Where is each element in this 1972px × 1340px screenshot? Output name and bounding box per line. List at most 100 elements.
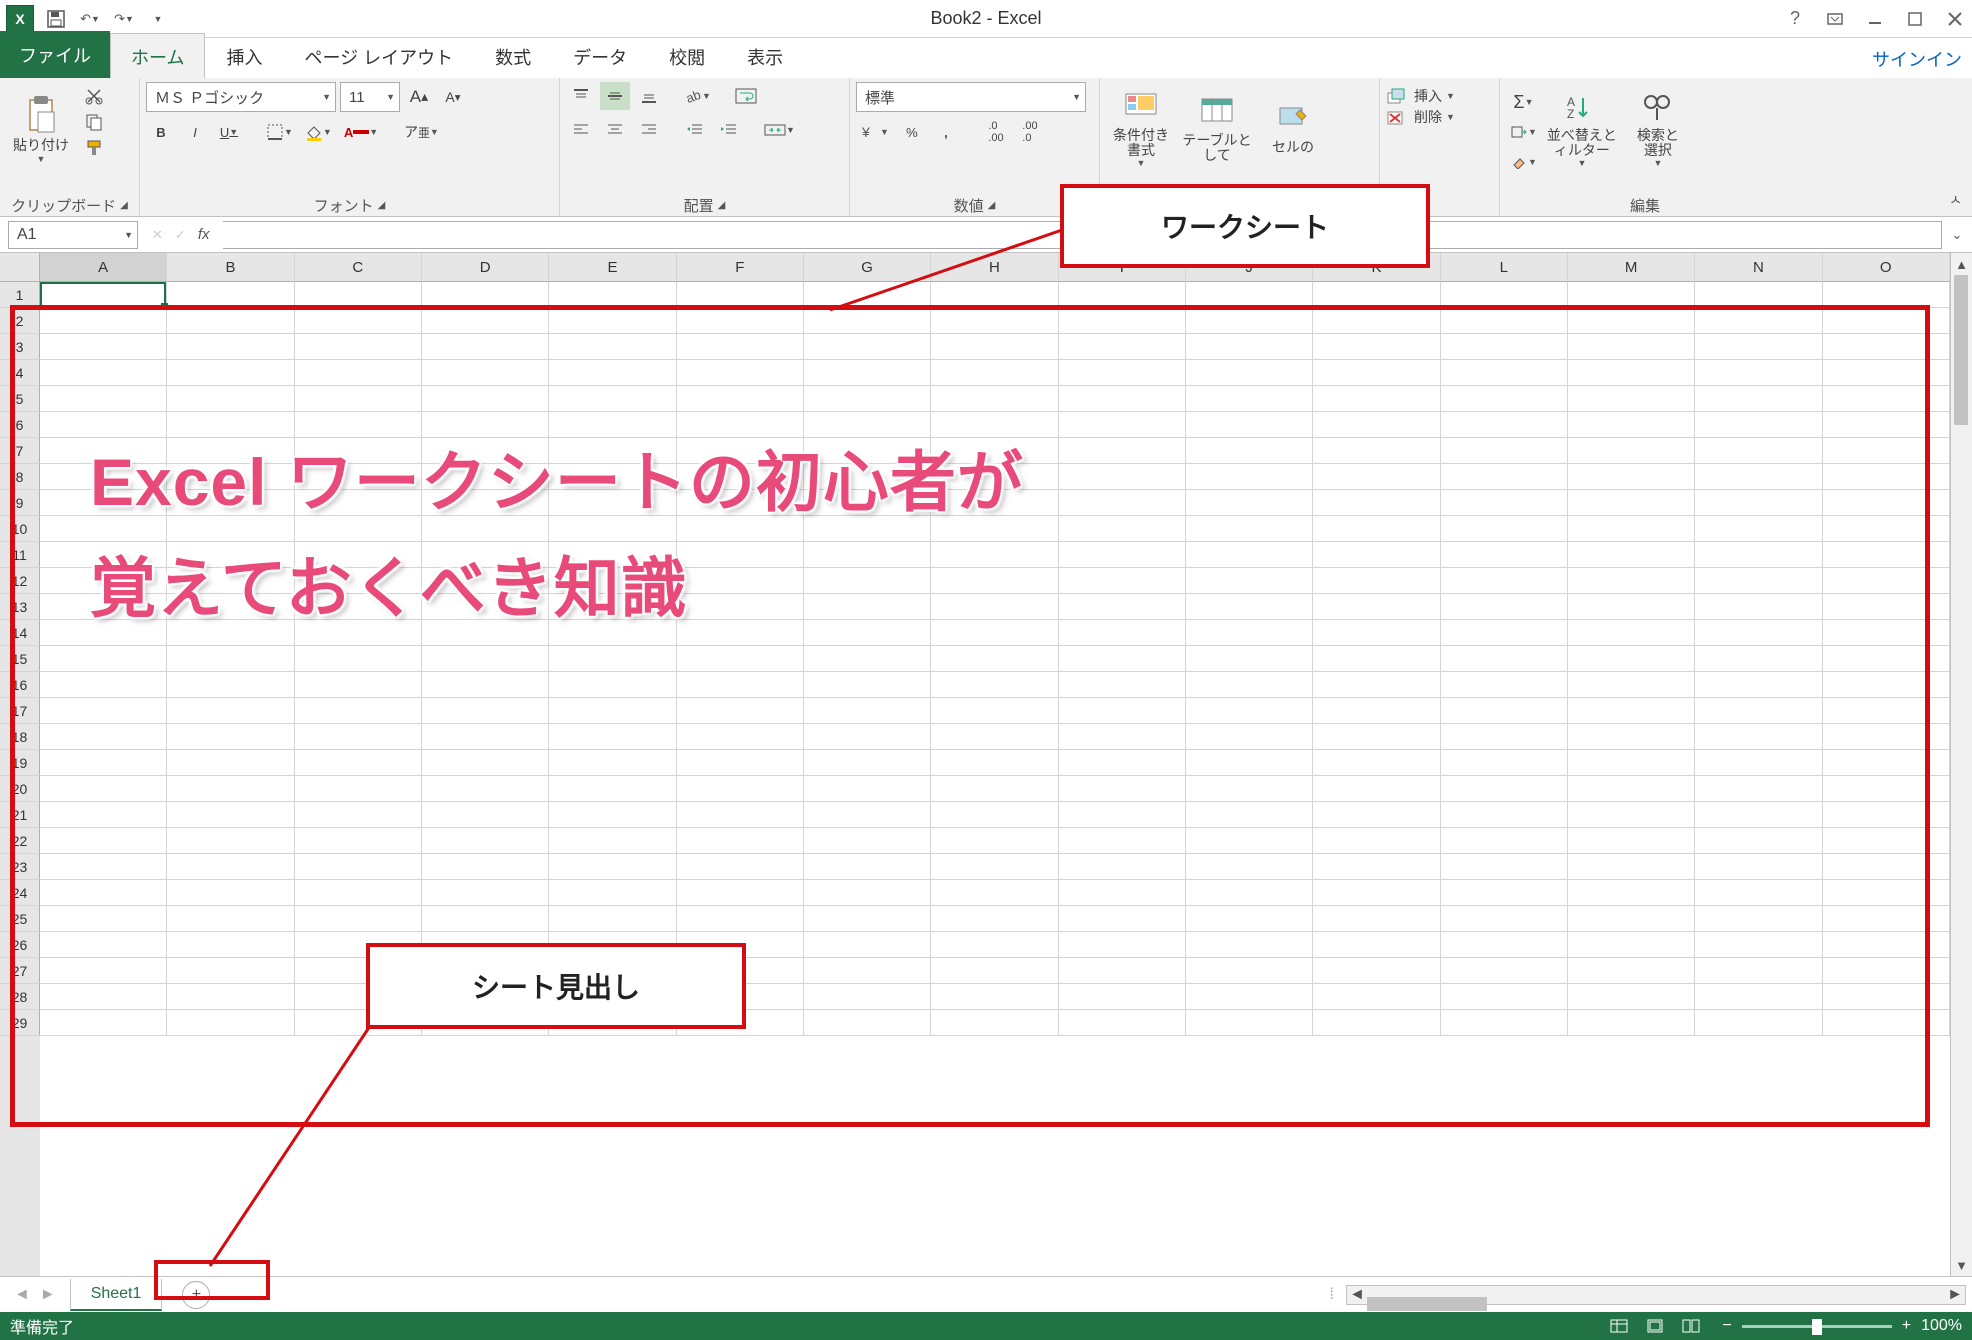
cell-J23[interactable] [1186, 854, 1313, 880]
cell-M1[interactable] [1568, 282, 1695, 308]
cell-M25[interactable] [1568, 906, 1695, 932]
cell-M24[interactable] [1568, 880, 1695, 906]
cell-I21[interactable] [1059, 802, 1186, 828]
cell-N2[interactable] [1695, 308, 1822, 334]
align-center-icon[interactable] [600, 116, 630, 144]
row-header-13[interactable]: 13 [0, 594, 40, 620]
cell-H3[interactable] [931, 334, 1058, 360]
cell-A25[interactable] [40, 906, 167, 932]
cell-L22[interactable] [1441, 828, 1568, 854]
cell-O24[interactable] [1823, 880, 1950, 906]
row-header-23[interactable]: 23 [0, 854, 40, 880]
cell-N14[interactable] [1695, 620, 1822, 646]
cell-K16[interactable] [1313, 672, 1440, 698]
orientation-icon[interactable]: ab▼ [680, 82, 715, 110]
cell-J28[interactable] [1186, 984, 1313, 1010]
cell-N21[interactable] [1695, 802, 1822, 828]
cell-M6[interactable] [1568, 412, 1695, 438]
tab-scroll-right-icon[interactable]: ► [40, 1286, 56, 1304]
cell-E16[interactable] [549, 672, 676, 698]
col-header-F[interactable]: F [677, 253, 804, 282]
row-header-7[interactable]: 7 [0, 438, 40, 464]
cell-L20[interactable] [1441, 776, 1568, 802]
col-header-C[interactable]: C [295, 253, 422, 282]
cell-O9[interactable] [1823, 490, 1950, 516]
cell-B28[interactable] [167, 984, 294, 1010]
cell-G20[interactable] [804, 776, 931, 802]
cell-J11[interactable] [1186, 542, 1313, 568]
cell-F5[interactable] [677, 386, 804, 412]
cell-E23[interactable] [549, 854, 676, 880]
cell-J14[interactable] [1186, 620, 1313, 646]
cell-C5[interactable] [295, 386, 422, 412]
cell-C22[interactable] [295, 828, 422, 854]
row-header-26[interactable]: 26 [0, 932, 40, 958]
cell-M21[interactable] [1568, 802, 1695, 828]
cell-J8[interactable] [1186, 464, 1313, 490]
view-pagebreak-icon[interactable] [1674, 1315, 1708, 1337]
cell-A27[interactable] [40, 958, 167, 984]
cell-L3[interactable] [1441, 334, 1568, 360]
cell-B5[interactable] [167, 386, 294, 412]
horizontal-scrollbar[interactable]: ◄ ► [1346, 1285, 1966, 1305]
cell-D18[interactable] [422, 724, 549, 750]
cell-G22[interactable] [804, 828, 931, 854]
cell-N9[interactable] [1695, 490, 1822, 516]
cell-O19[interactable] [1823, 750, 1950, 776]
cell-K8[interactable] [1313, 464, 1440, 490]
zoom-out-icon[interactable]: − [1722, 1317, 1731, 1335]
cell-L8[interactable] [1441, 464, 1568, 490]
cell-L16[interactable] [1441, 672, 1568, 698]
cell-N18[interactable] [1695, 724, 1822, 750]
cell-I9[interactable] [1059, 490, 1186, 516]
cell-C3[interactable] [295, 334, 422, 360]
cell-H19[interactable] [931, 750, 1058, 776]
cell-A16[interactable] [40, 672, 167, 698]
cell-A28[interactable] [40, 984, 167, 1010]
zoom-in-icon[interactable]: + [1902, 1317, 1911, 1335]
cell-E21[interactable] [549, 802, 676, 828]
save-icon[interactable] [44, 7, 68, 31]
cell-J18[interactable] [1186, 724, 1313, 750]
cell-N10[interactable] [1695, 516, 1822, 542]
cell-O15[interactable] [1823, 646, 1950, 672]
tab-pagelayout[interactable]: ページ レイアウト [283, 33, 474, 78]
cell-N29[interactable] [1695, 1010, 1822, 1036]
row-header-1[interactable]: 1 [0, 282, 40, 308]
cell-B25[interactable] [167, 906, 294, 932]
cell-I22[interactable] [1059, 828, 1186, 854]
cell-L27[interactable] [1441, 958, 1568, 984]
cell-N13[interactable] [1695, 594, 1822, 620]
cell-O12[interactable] [1823, 568, 1950, 594]
increase-font-icon[interactable]: A▴ [404, 83, 434, 111]
cell-K29[interactable] [1313, 1010, 1440, 1036]
cell-I5[interactable] [1059, 386, 1186, 412]
cell-H23[interactable] [931, 854, 1058, 880]
cell-K20[interactable] [1313, 776, 1440, 802]
cell-B18[interactable] [167, 724, 294, 750]
row-header-25[interactable]: 25 [0, 906, 40, 932]
font-size-combo[interactable]: 11▼ [340, 82, 400, 112]
cell-K6[interactable] [1313, 412, 1440, 438]
vertical-scrollbar[interactable]: ▲ ▼ [1950, 253, 1972, 1276]
cell-F22[interactable] [677, 828, 804, 854]
fx-icon[interactable]: fx [198, 226, 210, 243]
cell-O29[interactable] [1823, 1010, 1950, 1036]
cell-M15[interactable] [1568, 646, 1695, 672]
cell-J3[interactable] [1186, 334, 1313, 360]
cell-K21[interactable] [1313, 802, 1440, 828]
increase-decimal-icon[interactable]: .0.00 [981, 118, 1011, 146]
cell-I24[interactable] [1059, 880, 1186, 906]
cell-E2[interactable] [549, 308, 676, 334]
cell-I6[interactable] [1059, 412, 1186, 438]
cell-H24[interactable] [931, 880, 1058, 906]
cell-N6[interactable] [1695, 412, 1822, 438]
cell-F24[interactable] [677, 880, 804, 906]
cell-C2[interactable] [295, 308, 422, 334]
row-header-24[interactable]: 24 [0, 880, 40, 906]
cell-A1[interactable] [40, 282, 167, 308]
font-launcher-icon[interactable]: ◢ [378, 200, 386, 211]
cell-B26[interactable] [167, 932, 294, 958]
cell-L17[interactable] [1441, 698, 1568, 724]
view-normal-icon[interactable] [1602, 1315, 1636, 1337]
